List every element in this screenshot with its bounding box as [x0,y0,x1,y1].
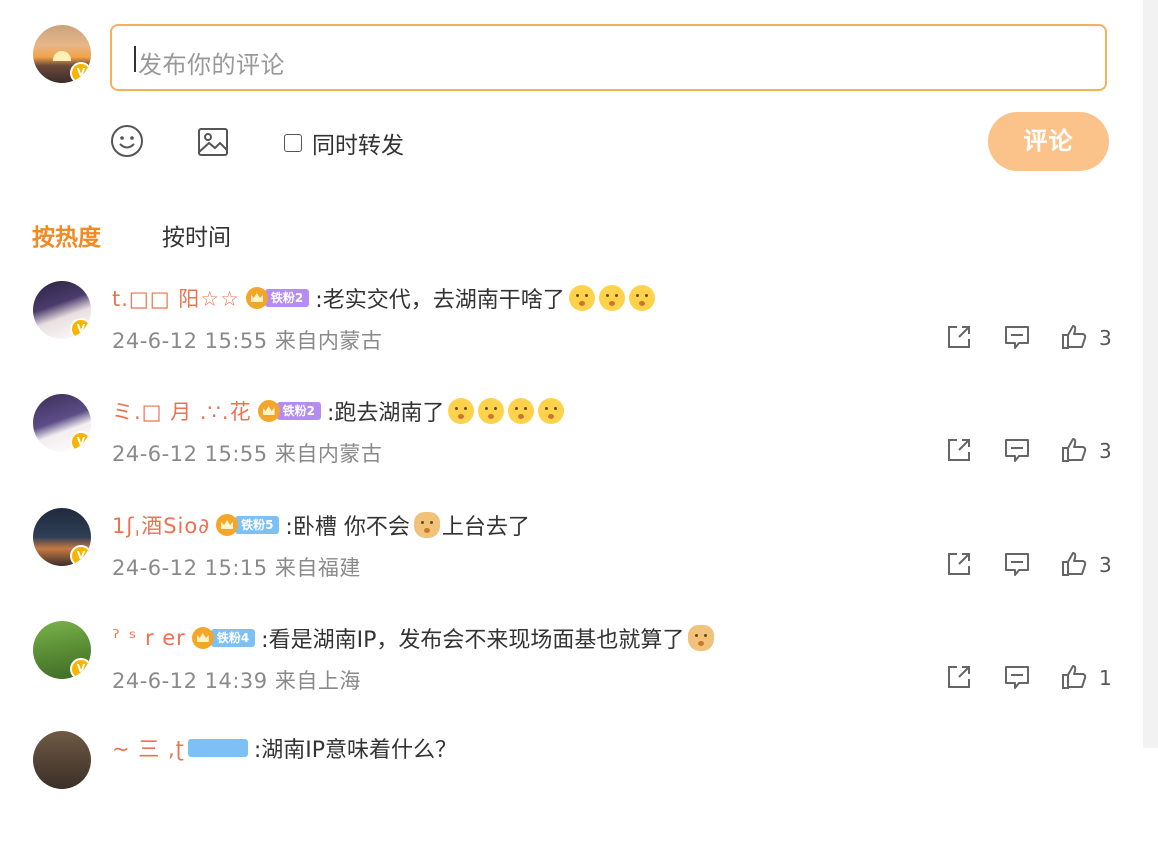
fan-level-label: 铁粉4 [210,629,256,647]
comment-location: 来自上海 [274,669,361,693]
comment-text: :卧槽 你不会 [285,515,410,540]
like-count: 3 [1099,553,1112,577]
like-icon[interactable] [1060,663,1088,691]
comment-item: V 1ʃˌ酒Sio∂ 铁粉5 :卧槽 你不会 上台去了 24-6-12 15:1… [0,508,1143,620]
shush-emoji-icon [598,285,625,311]
crown-icon [257,400,280,422]
share-icon[interactable] [945,436,973,464]
comment-item: V ミ.□ 月 .∵.花 铁粉2 :跑去湖南了 24-6-12 15:55 来自… [0,394,1143,506]
like-count: 3 [1099,439,1112,463]
comment-meta: 24-6-12 15:55 来自内蒙古 [112,438,382,468]
fan-level-label: 铁粉2 [264,289,310,307]
submit-comment-button[interactable]: 评论 [988,112,1109,171]
shush-emoji-icon [538,398,565,424]
comment-text: :湖南IP意味着什么？ [253,738,458,763]
repost-checkbox[interactable]: 同时转发 [284,126,404,160]
share-icon[interactable] [945,323,973,351]
verified-badge-icon: V [70,62,91,83]
fan-level-label: 铁粉5 [235,516,280,534]
comment-item: V ˀ ˢ r er 铁粉4 :看是湖南IP，发布会不来现场面基也就算了 24-… [0,621,1143,733]
commenter-username[interactable]: ミ.□ 月 .∵.花 [112,396,252,426]
fan-level-badge: 铁粉5 [216,514,280,536]
share-icon[interactable] [945,663,973,691]
like-count: 1 [1099,666,1112,690]
fan-level-label [187,739,248,757]
commenter-avatar[interactable]: V [33,621,91,679]
comment-text: :老实交代，去湖南干啥了 [315,288,565,313]
doge-emoji-icon [688,625,715,651]
like-icon[interactable] [1060,436,1088,464]
comment-text: :看是湖南IP，发布会不来现场面基也就算了 [261,628,685,653]
like-icon[interactable] [1060,550,1088,578]
commenter-avatar[interactable]: V [33,394,91,452]
tab-sort-time[interactable]: 按时间 [162,218,231,252]
fan-level-label: 铁粉2 [276,402,321,420]
text-caret [134,46,136,72]
comment-text: :跑去湖南了 [326,401,445,426]
checkbox-icon[interactable] [284,134,302,152]
comment-location: 来自福建 [274,556,361,580]
verified-badge-icon: V [70,545,91,566]
fan-level-badge [187,737,248,759]
verified-badge-icon: V [70,318,91,339]
comment-meta: 24-6-12 15:15 来自福建 [112,552,361,582]
reply-icon[interactable] [1003,550,1031,578]
verified-badge-icon: V [70,658,91,679]
commenter-avatar[interactable] [33,731,91,789]
doge-emoji-icon [413,512,440,538]
reply-icon[interactable] [1003,323,1031,351]
commenter-username[interactable]: t.□□ 阳☆☆ [112,283,240,313]
comment-date: 24-6-12 14:39 [112,669,268,693]
comment-input[interactable]: 发布你的评论 [110,24,1107,91]
comment-location: 来自内蒙古 [274,442,383,466]
fan-level-badge: 铁粉2 [257,400,321,422]
fan-level-badge: 铁粉4 [191,627,256,649]
shush-emoji-icon [448,398,475,424]
crown-icon [191,627,214,649]
commenter-username[interactable]: ~ 三 ,ʈ [112,733,185,763]
comment-item: V t.□□ 阳☆☆ 铁粉2 :老实交代，去湖南干啥了 24-6-12 15:5… [0,281,1143,393]
like-count: 3 [1099,326,1112,350]
commenter-avatar[interactable]: V [33,508,91,566]
commenter-avatar[interactable]: V [33,281,91,339]
comment-date: 24-6-12 15:55 [112,442,268,466]
shush-emoji-icon [568,285,595,311]
comment-date: 24-6-12 15:55 [112,329,268,353]
commenter-username[interactable]: ˀ ˢ r er [112,626,186,650]
crown-icon [245,287,268,309]
tab-sort-hot[interactable]: 按热度 [32,218,101,252]
comment-meta: 24-6-12 15:55 来自内蒙古 [112,325,382,355]
comment-meta: 24-6-12 14:39 来自上海 [112,665,361,695]
commenter-username[interactable]: 1ʃˌ酒Sio∂ [112,510,210,540]
shush-emoji-icon [628,285,655,311]
comment-text-continued: 上台去了 [441,515,530,540]
repost-label: 同时转发 [312,133,404,159]
verified-badge-icon: V [70,431,91,452]
image-icon[interactable] [196,125,230,159]
shush-emoji-icon [478,398,505,424]
fan-level-badge: 铁粉2 [245,287,310,309]
scrollbar-track[interactable] [1143,0,1158,748]
current-user-avatar[interactable]: V [33,25,91,83]
reply-icon[interactable] [1003,436,1031,464]
crown-icon [216,514,239,536]
emoji-icon[interactable] [110,124,144,158]
like-icon[interactable] [1060,323,1088,351]
comment-date: 24-6-12 15:15 [112,556,268,580]
comment-input-placeholder: 发布你的评论 [138,51,285,79]
reply-icon[interactable] [1003,663,1031,691]
shush-emoji-icon [508,398,535,424]
share-icon[interactable] [945,550,973,578]
comment-location: 来自内蒙古 [274,329,383,353]
